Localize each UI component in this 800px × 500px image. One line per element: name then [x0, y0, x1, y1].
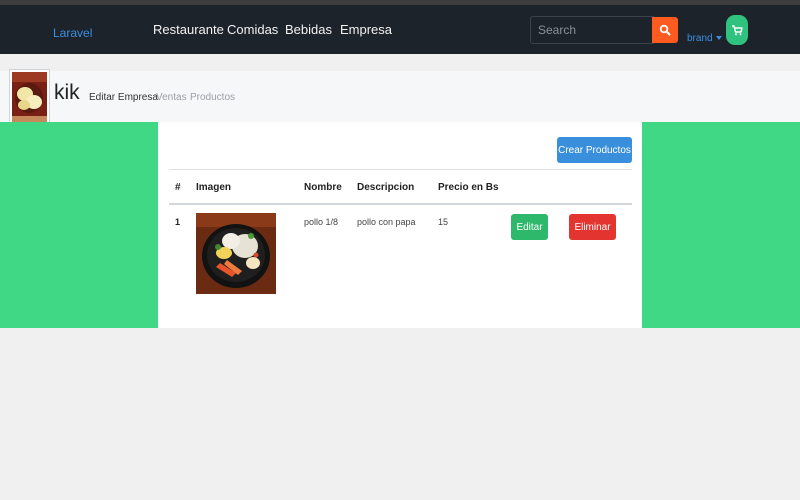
sales-link[interactable]: Ventas: [156, 92, 187, 103]
product-name: pollo 1/8: [304, 217, 339, 227]
caret-down-icon: [715, 36, 722, 41]
cart-button[interactable]: [726, 15, 748, 45]
product-image: [196, 213, 276, 294]
nav-link-comidas[interactable]: Comidas: [227, 22, 278, 37]
delete-product-button[interactable]: Eliminar: [569, 214, 616, 240]
table-top-divider: [169, 169, 632, 170]
cart-icon: [732, 25, 743, 36]
nav-link-empresa[interactable]: Empresa: [340, 22, 392, 37]
table-header-divider: [169, 203, 632, 205]
row-number: 1: [175, 217, 181, 227]
column-header-number: #: [175, 182, 181, 193]
user-dropdown-label: brand: [687, 33, 713, 44]
column-header-name: Nombre: [304, 182, 342, 193]
user-dropdown[interactable]: brand: [687, 33, 722, 44]
column-header-description: Descripcion: [357, 182, 415, 193]
search-icon: [659, 24, 671, 36]
nav-link-bebidas[interactable]: Bebidas: [285, 22, 332, 37]
company-avatar: [9, 69, 50, 125]
create-product-button[interactable]: Crear Productos: [557, 137, 632, 163]
edit-product-button[interactable]: Editar: [511, 214, 548, 240]
column-header-image: Imagen: [196, 182, 232, 193]
brand-link[interactable]: Laravel: [53, 26, 92, 40]
product-description: pollo con papa: [357, 217, 416, 227]
search-input[interactable]: [530, 16, 654, 44]
navbar: Laravel Restaurante Comidas Bebidas Empr…: [0, 5, 800, 54]
nav-link-restaurante[interactable]: Restaurante: [153, 22, 224, 37]
column-header-price: Precio en Bs: [438, 182, 499, 193]
search-button[interactable]: [652, 17, 678, 43]
products-link[interactable]: Productos: [190, 92, 235, 103]
company-name: kik: [54, 81, 80, 104]
product-price: 15: [438, 217, 449, 227]
edit-company-link[interactable]: Editar Empresa: [89, 92, 158, 103]
